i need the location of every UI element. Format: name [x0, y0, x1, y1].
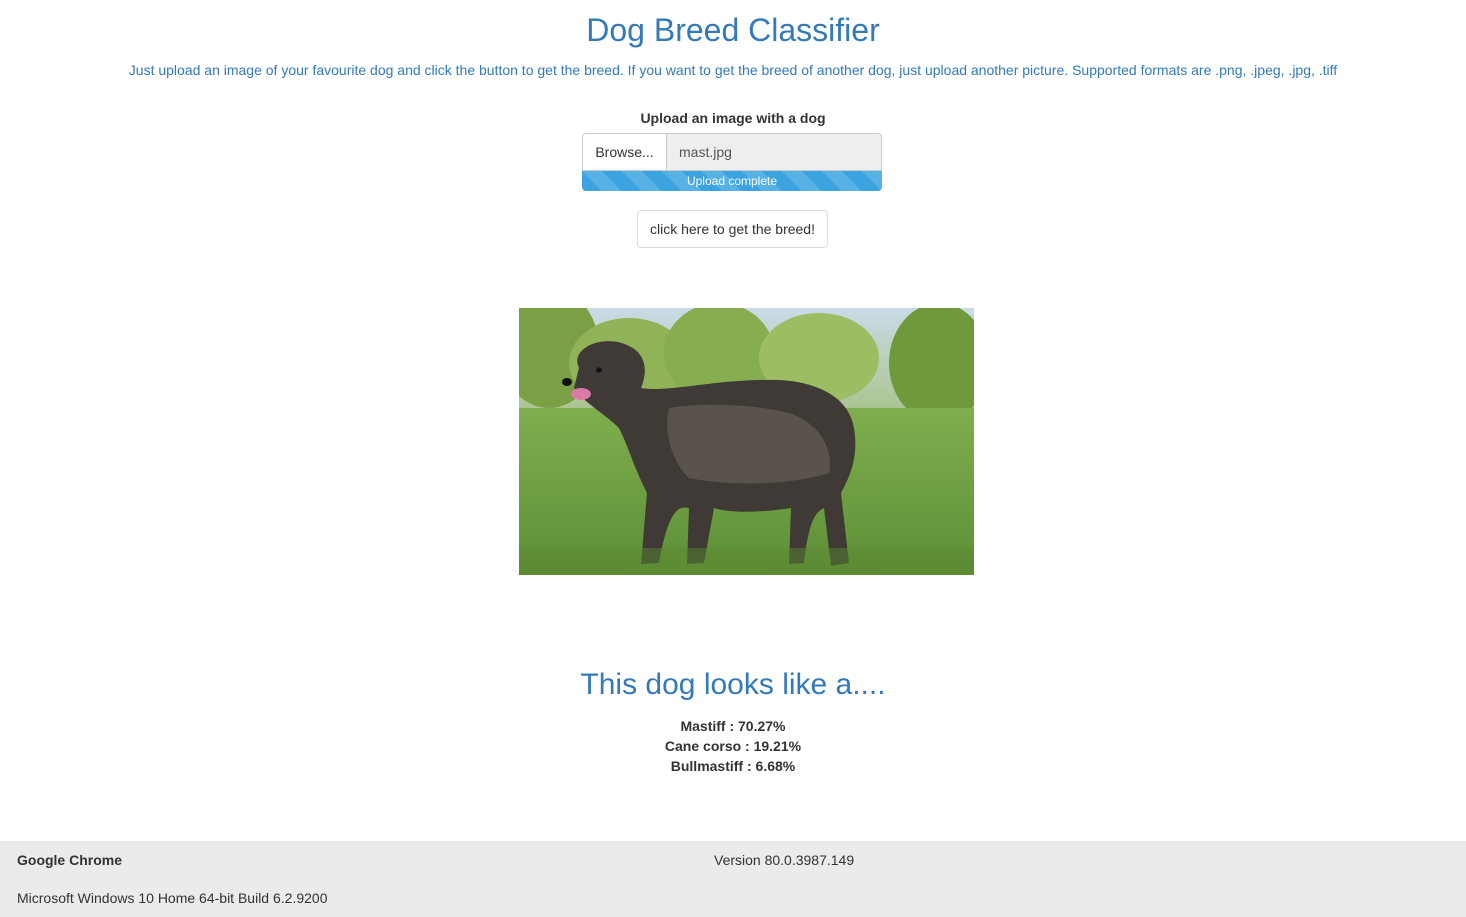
file-name-field[interactable]: mast.jpg	[666, 133, 882, 171]
prediction-item: Mastiff : 70.27%	[680, 718, 786, 734]
prediction-item: Cane corso : 19.21%	[664, 738, 802, 754]
page-title: Dog Breed Classifier	[586, 12, 880, 48]
result-heading: This dog looks like a....	[580, 668, 886, 701]
prediction-item: Bullmastiff : 6.68%	[670, 758, 796, 774]
upload-label: Upload an image with a dog	[640, 110, 826, 126]
get-breed-button[interactable]: click here to get the breed!	[637, 210, 828, 248]
page-subtitle: Just upload an image of your favourite d…	[128, 62, 1338, 78]
file-input-group: Browse... mast.jpg	[582, 133, 882, 171]
footer-browser-version: Version 80.0.3987.149	[714, 852, 855, 868]
footer: Google Chrome Version 80.0.3987.149 Micr…	[0, 841, 1466, 917]
prediction-list: Mastiff : 70.27% Cane corso : 19.21% Bul…	[0, 716, 1466, 776]
footer-os-info: Microsoft Windows 10 Home 64-bit Build 6…	[17, 890, 328, 906]
dog-photo	[519, 308, 974, 575]
page: Dog Breed Classifier Just upload an imag…	[0, 0, 1466, 917]
upload-progress-label: Upload complete	[686, 174, 778, 188]
upload-progress-bar: Upload complete	[582, 171, 882, 191]
browse-button[interactable]: Browse...	[582, 133, 666, 171]
footer-browser-name: Google Chrome	[17, 852, 123, 868]
